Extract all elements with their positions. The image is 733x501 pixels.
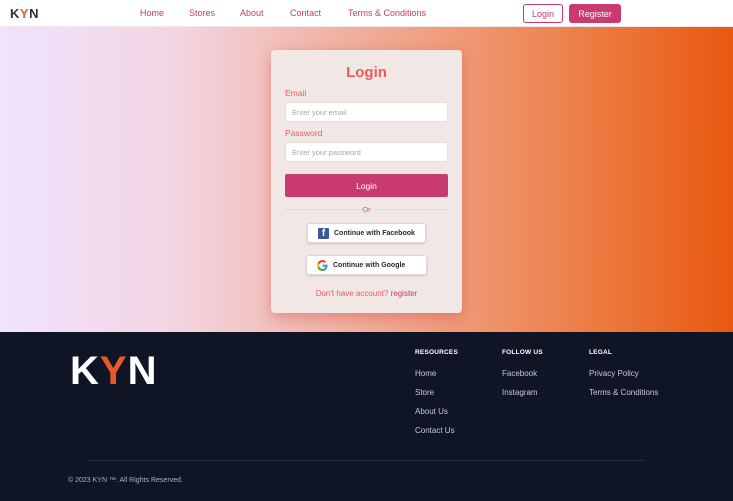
- footer-link-store[interactable]: Store: [415, 388, 434, 397]
- register-prompt: Don't have account? register: [271, 289, 462, 298]
- footer: KYN RESOURCES Home Store About Us Contac…: [0, 332, 733, 501]
- footer-legal-heading: LEGAL: [589, 349, 613, 356]
- footer-link-privacy-policy[interactable]: Privacy Policy: [589, 369, 639, 378]
- footer-link-facebook[interactable]: Facebook: [502, 369, 537, 378]
- footer-logo[interactable]: KYN: [70, 349, 157, 394]
- nav-login-button[interactable]: Login: [523, 4, 563, 23]
- nav-link-home[interactable]: Home: [140, 8, 164, 18]
- password-input[interactable]: [285, 142, 448, 162]
- footer-resources-heading: RESOURCES: [415, 349, 458, 356]
- google-icon: [317, 259, 328, 271]
- nav-link-stores[interactable]: Stores: [189, 8, 215, 18]
- nav-link-terms[interactable]: Terms & Conditions: [348, 8, 426, 18]
- facebook-login-label: Continue with Facebook: [334, 229, 415, 237]
- footer-logo-letter-n: N: [127, 349, 158, 393]
- footer-divider: [88, 460, 644, 461]
- hero-section: Login Email Password Login Or f Continue…: [0, 27, 733, 332]
- google-login-button[interactable]: Continue with Google: [306, 255, 427, 275]
- footer-link-home[interactable]: Home: [415, 369, 436, 378]
- login-title: Login: [346, 64, 387, 81]
- login-submit-button[interactable]: Login: [285, 174, 448, 197]
- password-label: Password: [285, 128, 323, 138]
- top-navbar: KYN Home Stores About Contact Terms & Co…: [0, 0, 733, 27]
- login-card: Login Email Password Login Or f Continue…: [271, 50, 462, 313]
- google-login-label: Continue with Google: [333, 261, 406, 269]
- email-input[interactable]: [285, 102, 448, 122]
- footer-link-about-us[interactable]: About Us: [415, 407, 448, 416]
- nav-link-about[interactable]: About: [240, 8, 264, 18]
- footer-follow-heading: FOLLOW US: [502, 349, 543, 356]
- register-link[interactable]: register: [391, 289, 418, 298]
- facebook-icon: f: [318, 227, 329, 239]
- footer-logo-letter-k: K: [70, 349, 100, 393]
- or-text: Or: [362, 205, 371, 214]
- footer-link-instagram[interactable]: Instagram: [502, 388, 538, 397]
- email-label: Email: [285, 88, 307, 98]
- footer-link-contact-us[interactable]: Contact Us: [415, 426, 455, 435]
- footer-link-terms[interactable]: Terms & Conditions: [589, 388, 658, 397]
- no-account-text: Don't have account?: [315, 289, 389, 298]
- footer-logo-letter-y: Y: [99, 349, 128, 393]
- footer-copyright: © 2023 KYN ™. All Rights Reserved.: [68, 477, 183, 484]
- facebook-login-button[interactable]: f Continue with Facebook: [307, 223, 426, 243]
- nav-link-contact[interactable]: Contact: [290, 8, 321, 18]
- nav-links: Home Stores About Contact Terms & Condit…: [0, 0, 733, 27]
- nav-register-button[interactable]: Register: [569, 4, 621, 23]
